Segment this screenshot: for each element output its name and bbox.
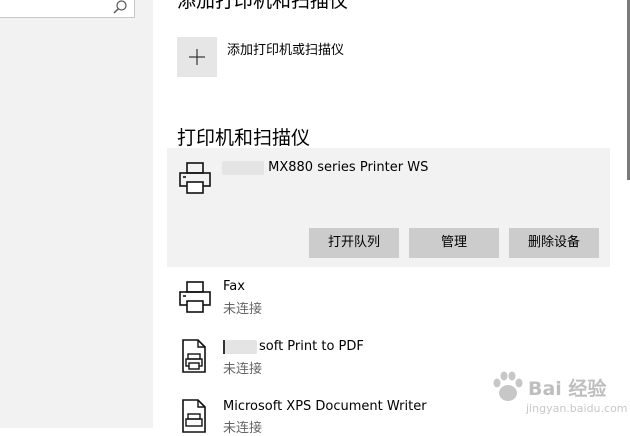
device-name: Fax bbox=[223, 279, 245, 294]
device-status: 未连接 bbox=[223, 362, 263, 377]
device-name: MX880 series Printer WS bbox=[222, 160, 428, 175]
baidu-watermark: Bai 经验 jingyan.baidu.com bbox=[490, 370, 628, 424]
plus-icon bbox=[189, 49, 205, 65]
add-section-heading: 添加打印机和扫描仪 bbox=[177, 0, 349, 12]
printer-icon bbox=[179, 162, 211, 194]
device-name: Microsoft XPS Document Writer bbox=[223, 399, 427, 414]
remove-device-button[interactable]: 删除设备 bbox=[509, 228, 599, 258]
add-printer-button[interactable] bbox=[177, 37, 217, 77]
document-printer-icon bbox=[182, 339, 206, 373]
watermark-brand: Bai 经验 bbox=[528, 378, 607, 400]
document-printer-icon bbox=[182, 399, 206, 433]
printers-section-title: 打印机和扫描仪 bbox=[177, 127, 311, 149]
search-input[interactable] bbox=[0, 0, 135, 18]
watermark-url: jingyan.baidu.com bbox=[526, 402, 628, 415]
paw-logo-icon bbox=[493, 371, 523, 401]
device-status: 未连接 bbox=[223, 302, 263, 317]
redacted-text bbox=[222, 160, 264, 175]
add-printer-label[interactable]: 添加打印机或扫描仪 bbox=[227, 39, 344, 58]
open-queue-button[interactable]: 打开队列 bbox=[309, 228, 399, 258]
redacted-text bbox=[225, 339, 257, 354]
device-status: 未连接 bbox=[223, 421, 263, 436]
device-name: soft Print to PDF bbox=[223, 339, 364, 354]
printer-icon bbox=[179, 281, 211, 313]
sidebar bbox=[0, 0, 153, 428]
search-icon[interactable] bbox=[112, 0, 128, 15]
manage-button[interactable]: 管理 bbox=[409, 228, 499, 258]
